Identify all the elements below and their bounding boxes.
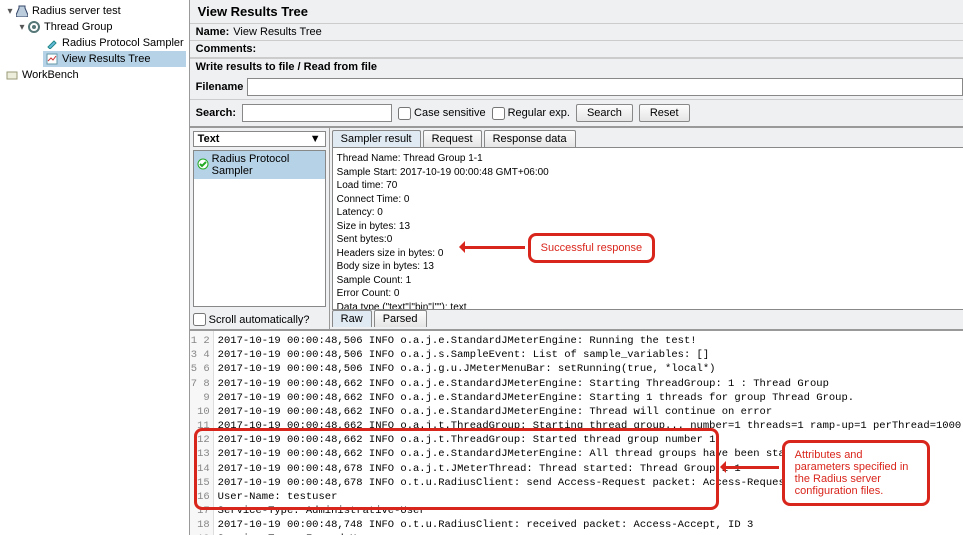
result-line: Load time: 70 (337, 179, 963, 193)
test-plan-tree[interactable]: ▾ Radius server test ▾ Thread Group Radi… (0, 0, 190, 535)
tree-label: Radius server test (32, 5, 121, 17)
gear-icon (27, 20, 41, 34)
tree-label: View Results Tree (62, 53, 150, 65)
tree-node-testplan[interactable]: ▾ Radius server test (3, 3, 186, 19)
search-label: Search: (196, 107, 236, 119)
chevron-down-icon: ▼ (310, 133, 321, 145)
arrow-icon (463, 246, 525, 249)
filename-label: Filename (196, 81, 244, 93)
tree-node-sampler[interactable]: Radius Protocol Sampler (43, 35, 186, 51)
tree-node-threadgroup[interactable]: ▾ Thread Group (15, 19, 186, 35)
result-body[interactable]: Thread Name: Thread Group 1-1 Sample Sta… (332, 147, 963, 310)
tree-label: WorkBench (22, 69, 79, 81)
workbench-icon (5, 68, 19, 82)
annotation-attributes: Attributes and parameters specified in t… (782, 440, 930, 506)
name-label: Name: (196, 26, 230, 38)
write-results-label: Write results to file / Read from file (190, 58, 963, 75)
case-sensitive-checkbox[interactable]: Case sensitive (398, 107, 486, 120)
tab-parsed[interactable]: Parsed (374, 310, 427, 327)
panel-title: View Results Tree (190, 0, 963, 24)
result-line: Connect Time: 0 (337, 193, 963, 207)
scroll-auto-label: Scroll automatically? (209, 314, 310, 326)
arrow-icon (724, 466, 779, 469)
scope-icon (45, 52, 59, 66)
reset-button[interactable]: Reset (639, 104, 690, 122)
annotation-successful-response: Successful response (528, 233, 656, 263)
result-line: Thread Name: Thread Group 1-1 (337, 152, 963, 166)
beaker-icon (15, 4, 29, 18)
tab-raw[interactable]: Raw (332, 310, 372, 327)
tree-label: Radius Protocol Sampler (62, 37, 184, 49)
tab-response-data[interactable]: Response data (484, 130, 576, 147)
search-input[interactable] (242, 104, 392, 122)
result-line: Size in bytes: 13 (337, 220, 963, 234)
tree-node-view-results[interactable]: View Results Tree (43, 51, 186, 67)
result-line: Error Count: 0 (337, 287, 963, 301)
result-line: Sample Count: 1 (337, 274, 963, 288)
tab-request[interactable]: Request (423, 130, 482, 147)
tree-label: Thread Group (44, 21, 112, 33)
sampler-list[interactable]: Radius Protocol Sampler (193, 150, 326, 307)
tree-node-workbench[interactable]: WorkBench (3, 67, 186, 83)
scroll-auto-checkbox[interactable] (193, 313, 206, 326)
checkbox-icon[interactable] (492, 107, 505, 120)
list-item[interactable]: Radius Protocol Sampler (194, 151, 325, 179)
search-button[interactable]: Search (576, 104, 633, 122)
tab-sampler-result[interactable]: Sampler result (332, 130, 421, 147)
expand-icon[interactable]: ▾ (5, 6, 15, 17)
regex-checkbox[interactable]: Regular exp. (492, 107, 570, 120)
dropper-icon (45, 36, 59, 50)
name-value: View Results Tree (233, 26, 963, 38)
filename-input[interactable] (247, 78, 963, 96)
checkbox-icon[interactable] (398, 107, 411, 120)
result-line: Latency: 0 (337, 206, 963, 220)
renderer-dropdown[interactable]: Text ▼ (193, 131, 326, 147)
result-line: Data type ("text"|"bin"|""): text (337, 301, 963, 311)
expand-icon[interactable]: ▾ (17, 22, 27, 33)
result-line: Sample Start: 2017-10-19 00:00:48 GMT+06… (337, 166, 963, 180)
sampler-item-label: Radius Protocol Sampler (212, 153, 322, 177)
comments-label: Comments: (196, 43, 257, 55)
success-icon (197, 158, 209, 173)
